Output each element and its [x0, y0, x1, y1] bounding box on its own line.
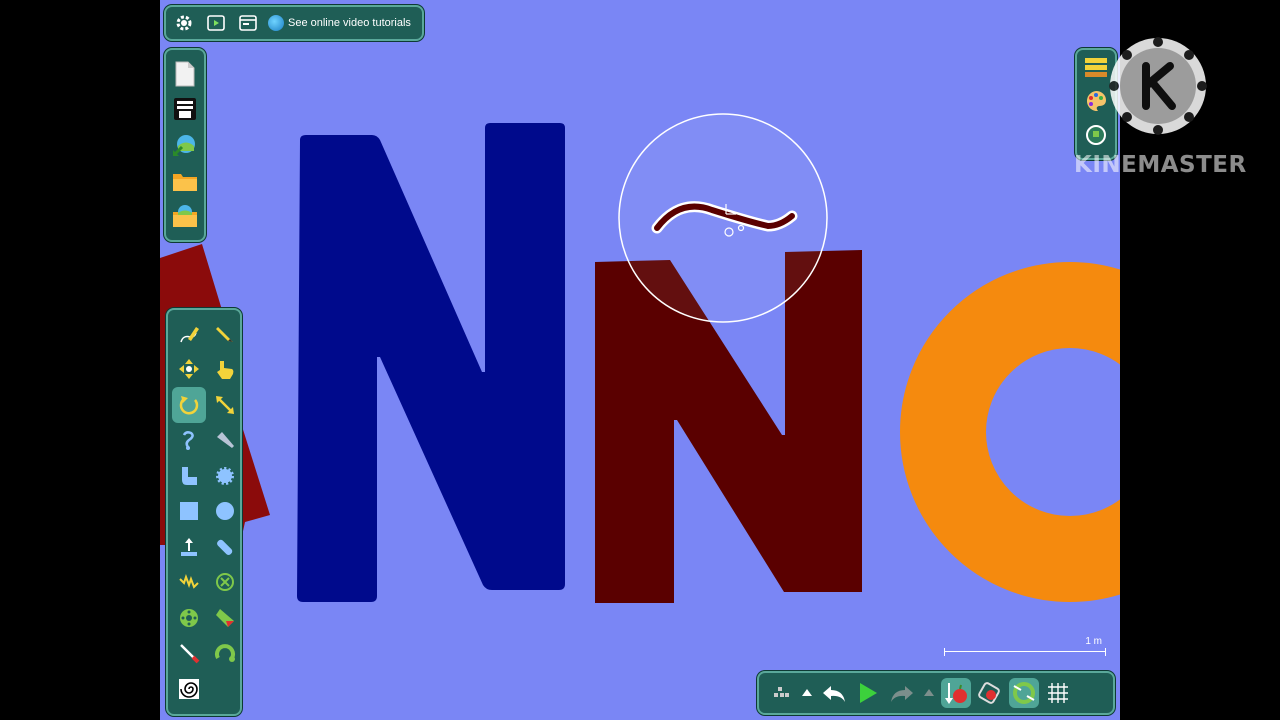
gravity-icon[interactable] — [941, 678, 971, 708]
import-icon[interactable] — [170, 130, 200, 160]
axle-icon[interactable] — [208, 636, 242, 672]
thruster-icon[interactable] — [172, 529, 206, 565]
move-icon[interactable] — [172, 352, 206, 388]
rope-icon[interactable] — [172, 423, 206, 459]
globe-icon — [268, 15, 284, 31]
tutorial-link-label: See online video tutorials — [288, 17, 411, 29]
undo-icon[interactable] — [819, 678, 849, 708]
collision-icon[interactable] — [1009, 678, 1039, 708]
scene-objects — [160, 113, 1120, 603]
orange-ring[interactable] — [900, 262, 1120, 602]
save-icon[interactable] — [170, 201, 200, 231]
settings-icon[interactable] — [172, 11, 196, 35]
redo-icon[interactable] — [887, 678, 917, 708]
arrow-up-icon[interactable] — [799, 678, 815, 708]
blue-letter-n[interactable] — [297, 123, 565, 602]
spring-icon[interactable] — [172, 565, 206, 601]
kinemaster-logo-icon — [1109, 37, 1207, 135]
grid-icon[interactable] — [1043, 678, 1073, 708]
watermark-text: KINEMASTER — [1074, 152, 1247, 178]
tutorial-link[interactable]: See online video tutorials — [268, 15, 411, 31]
bottom-toolbar — [757, 671, 1115, 715]
knife-icon[interactable] — [208, 423, 242, 459]
pencil-icon[interactable] — [208, 316, 242, 352]
box-icon[interactable] — [172, 494, 206, 530]
scale-indicator: 1 m — [944, 634, 1108, 662]
play-icon[interactable] — [853, 678, 883, 708]
play-icon[interactable] — [204, 11, 228, 35]
scale-label: 1 m — [1085, 636, 1102, 647]
fixate-icon[interactable] — [208, 565, 242, 601]
letterbox-left — [0, 0, 160, 720]
kinemaster-watermark: KINEMASTER — [1072, 36, 1248, 180]
arrow-up-icon[interactable] — [921, 678, 937, 708]
open-folder-icon[interactable] — [170, 166, 200, 196]
scene-icon[interactable] — [170, 94, 200, 124]
grid-menu-icon[interactable] — [765, 678, 795, 708]
drag-icon[interactable] — [208, 352, 242, 388]
file-toolbar — [164, 48, 206, 242]
scale-line — [944, 648, 1106, 656]
scene-canvas[interactable] — [160, 0, 1120, 720]
new-document-icon[interactable] — [170, 59, 200, 89]
tracer-icon[interactable] — [208, 600, 242, 636]
laser-icon[interactable] — [172, 636, 206, 672]
scale-icon[interactable] — [208, 387, 242, 423]
top-toolbar: See online video tutorials — [164, 5, 424, 41]
circle-icon[interactable] — [208, 494, 242, 530]
draw-icon[interactable] — [172, 316, 206, 352]
rotate-icon[interactable] — [172, 387, 206, 423]
hinge-icon[interactable] — [172, 600, 206, 636]
tool-box — [166, 308, 242, 716]
plane-icon[interactable] — [172, 458, 206, 494]
window-icon[interactable] — [236, 11, 260, 35]
attraction-icon[interactable] — [975, 678, 1005, 708]
texture-icon[interactable] — [172, 671, 206, 707]
bandage-icon[interactable] — [208, 529, 242, 565]
gear-icon[interactable] — [208, 458, 242, 494]
